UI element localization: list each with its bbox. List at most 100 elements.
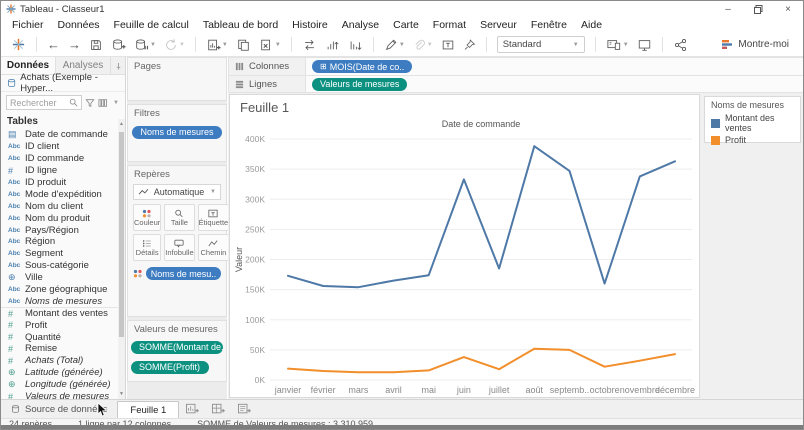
measure-pill[interactable]: SOMME(Montant de..	[131, 340, 223, 354]
detail-button[interactable]: Détails	[133, 234, 162, 261]
field-item[interactable]: Abc Segment	[1, 248, 125, 260]
maximize-button[interactable]	[743, 1, 773, 17]
swap-axes-button[interactable]	[299, 35, 320, 55]
datasource-connection[interactable]: Achats (Exemple - Hyper...	[1, 72, 125, 94]
expand-icon[interactable]: ⊞	[320, 62, 327, 71]
field-item[interactable]: # Montant des ventes	[1, 307, 125, 319]
dropdown-caret-icon[interactable]: ▼	[623, 42, 629, 48]
field-item[interactable]: # Remise	[1, 343, 125, 355]
menu-item-fentre[interactable]: Fenêtre	[524, 17, 574, 33]
undo-button[interactable]: ←	[44, 35, 63, 55]
size-button[interactable]: Taille	[164, 204, 195, 231]
device-preview-button[interactable]: ▼	[603, 35, 632, 55]
dropdown-caret-icon[interactable]: ▼	[222, 42, 228, 48]
scroll-up-icon[interactable]: ▲	[118, 121, 125, 127]
field-item[interactable]: # Achats (Total)	[1, 355, 125, 367]
field-item[interactable]: Abc ID client	[1, 141, 125, 153]
dropdown-caret-icon[interactable]: ▼	[275, 42, 281, 48]
new-story-tab-button[interactable]	[231, 400, 257, 418]
legend-item[interactable]: Montant des ventes	[705, 112, 800, 134]
field-item[interactable]: Abc Nom du produit	[1, 212, 125, 224]
field-item[interactable]: # ID ligne	[1, 165, 125, 177]
scroll-down-icon[interactable]: ▼	[118, 391, 125, 397]
refresh-button[interactable]: ▼	[161, 35, 188, 55]
new-dashboard-tab-button[interactable]	[205, 400, 231, 418]
field-item[interactable]: # Quantité	[1, 331, 125, 343]
close-button[interactable]: ×	[773, 1, 803, 17]
new-worksheet-tab-button[interactable]	[179, 400, 205, 418]
marks-card: Repères Automatique ▼ Couleur Taille Éti…	[127, 165, 230, 317]
sheet-tab-feuille1[interactable]: Feuille 1	[117, 401, 180, 418]
filters-card: Filtres Noms de mesures	[127, 104, 227, 162]
new-worksheet-button[interactable]: ▼	[203, 35, 231, 55]
sort-ascending-button[interactable]	[322, 35, 343, 55]
clear-sheet-button[interactable]: ▼	[256, 35, 284, 55]
filter-pill[interactable]: Noms de mesures	[132, 125, 222, 139]
menu-item-aide[interactable]: Aide	[574, 17, 609, 33]
field-item[interactable]: Abc Sous-catégorie	[1, 260, 125, 272]
field-item[interactable]: Abc Zone géographique	[1, 284, 125, 296]
menu-item-carte[interactable]: Carte	[386, 17, 426, 33]
presentation-button[interactable]	[634, 35, 655, 55]
toolbar: ← → ▼ ▼ ▼ ▼ ▼ ▼ Standard ▼ ▼ Montre-moi	[1, 33, 803, 57]
text-label-button[interactable]	[438, 35, 458, 55]
field-label: Montant des ventes	[25, 308, 108, 320]
color-button[interactable]: Couleur	[133, 204, 162, 231]
menu-item-histoire[interactable]: Histoire	[285, 17, 335, 33]
save-button[interactable]	[86, 35, 106, 55]
line-chart[interactable]: Date de commande Valeur 0K 50K 100K 150K 200K 2…	[230, 116, 701, 398]
field-item[interactable]: Abc Nom du client	[1, 200, 125, 212]
share-button[interactable]	[670, 35, 691, 55]
label-button[interactable]: Étiquette	[197, 204, 230, 231]
pin-button[interactable]	[460, 35, 479, 55]
menu-item-format[interactable]: Format	[426, 17, 473, 33]
menu-item-tableaudebord[interactable]: Tableau de bord	[196, 17, 285, 33]
columns-pill[interactable]: ⊞ MOIS(Date de co..	[312, 60, 413, 73]
field-item[interactable]: ▤ Date de commande	[1, 129, 125, 141]
color-legend-pill[interactable]: Noms de mesu..	[146, 267, 221, 280]
pause-updates-button[interactable]: ▼	[131, 35, 159, 55]
dropdown-caret-icon[interactable]: ▼	[427, 42, 433, 48]
chevron-down-icon[interactable]: ▼	[113, 100, 119, 106]
dropdown-caret-icon[interactable]: ▼	[179, 42, 185, 48]
svg-text:0K: 0K	[255, 375, 266, 385]
menu-item-analyse[interactable]: Analyse	[335, 17, 386, 33]
field-item[interactable]: ⊕ Latitude (générée)	[1, 367, 125, 379]
highlight-button[interactable]: ▼	[381, 35, 408, 55]
dropdown-caret-icon[interactable]: ▼	[399, 42, 405, 48]
field-item[interactable]: ⊕ Ville	[1, 272, 125, 284]
duplicate-button[interactable]	[233, 35, 254, 55]
tableau-logo-button[interactable]	[8, 35, 29, 55]
path-button[interactable]: Chemin	[197, 234, 230, 261]
view-columns-icon[interactable]	[98, 98, 109, 108]
field-item[interactable]: Abc Pays/Région	[1, 224, 125, 236]
data-pane-scrollbar[interactable]: ▲ ▼	[118, 119, 125, 399]
field-item[interactable]: Abc Mode d'expédition	[1, 188, 125, 200]
measure-pill[interactable]: SOMME(Profit)	[131, 360, 209, 374]
field-item[interactable]: Abc Région	[1, 236, 125, 248]
show-me-button[interactable]: Montre-moi	[722, 39, 797, 50]
scrollbar-thumb[interactable]	[119, 132, 124, 337]
field-item[interactable]: Abc ID commande	[1, 153, 125, 165]
add-datasource-button[interactable]	[108, 35, 129, 55]
field-item[interactable]: # Profit	[1, 319, 125, 331]
mark-type-select[interactable]: Automatique ▼	[133, 184, 221, 200]
dropdown-caret-icon[interactable]: ▼	[150, 42, 156, 48]
redo-button[interactable]: →	[65, 35, 84, 55]
search-input[interactable]: Rechercher	[6, 95, 82, 110]
field-item[interactable]: Abc Noms de mesures	[1, 295, 125, 307]
field-item[interactable]: ⊕ Longitude (générée)	[1, 379, 125, 391]
menu-item-feuilledecalcul[interactable]: Feuille de calcul	[107, 17, 196, 33]
filter-funnel-icon[interactable]	[85, 98, 95, 108]
minimize-button[interactable]: –	[713, 1, 743, 17]
field-item[interactable]: Abc ID produit	[1, 177, 125, 189]
paperclip-button[interactable]: ▼	[410, 35, 436, 55]
menu-item-donnes[interactable]: Données	[51, 17, 107, 33]
tooltip-button[interactable]: Infobulle	[164, 234, 195, 261]
menu-item-fichier[interactable]: Fichier	[5, 17, 51, 33]
view-mode-select[interactable]: Standard ▼	[496, 36, 585, 53]
rows-pill[interactable]: Valeurs de mesures	[312, 77, 408, 91]
sort-descending-button[interactable]	[345, 35, 366, 55]
menu-item-serveur[interactable]: Serveur	[473, 17, 524, 33]
legend-item[interactable]: Profit	[705, 134, 800, 146]
